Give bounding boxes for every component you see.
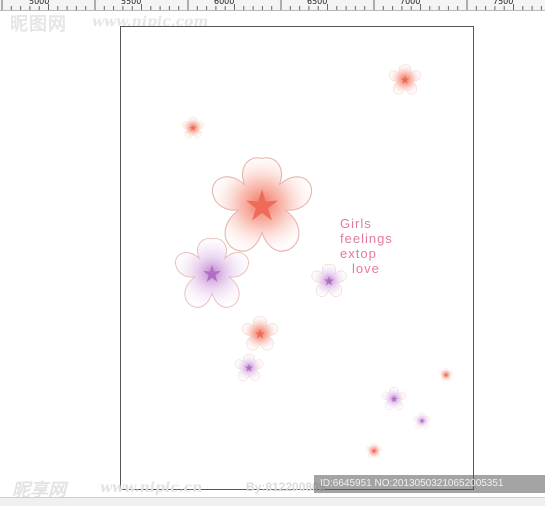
poem-line: feelings (340, 231, 393, 246)
image-id-bar: ID:6645951 NO:20130503210652005351 (314, 475, 545, 493)
watermark-logo-top: 昵图网 (10, 14, 67, 35)
poem-line: extop (340, 246, 377, 261)
ruler-label: 6500 (307, 0, 328, 6)
ruler-label: 7500 (493, 0, 514, 6)
poem-line: Girls (340, 216, 372, 231)
ruler-label: 7000 (400, 0, 421, 6)
artboard-page[interactable] (120, 26, 474, 490)
watermark-url-bottom: www.nipic.cn (100, 480, 203, 496)
ruler-label: 5500 (121, 0, 142, 6)
ruler-ticks (1, 0, 542, 10)
poem-line: love (352, 261, 380, 276)
horizontal-ruler[interactable]: 5000 5500 6000 6500 7000 7500 (0, 0, 545, 11)
poem-text-block[interactable]: Girls feelings extop love (340, 216, 393, 276)
ruler-label: 5000 (29, 0, 50, 6)
ruler-label: 6000 (214, 0, 235, 6)
